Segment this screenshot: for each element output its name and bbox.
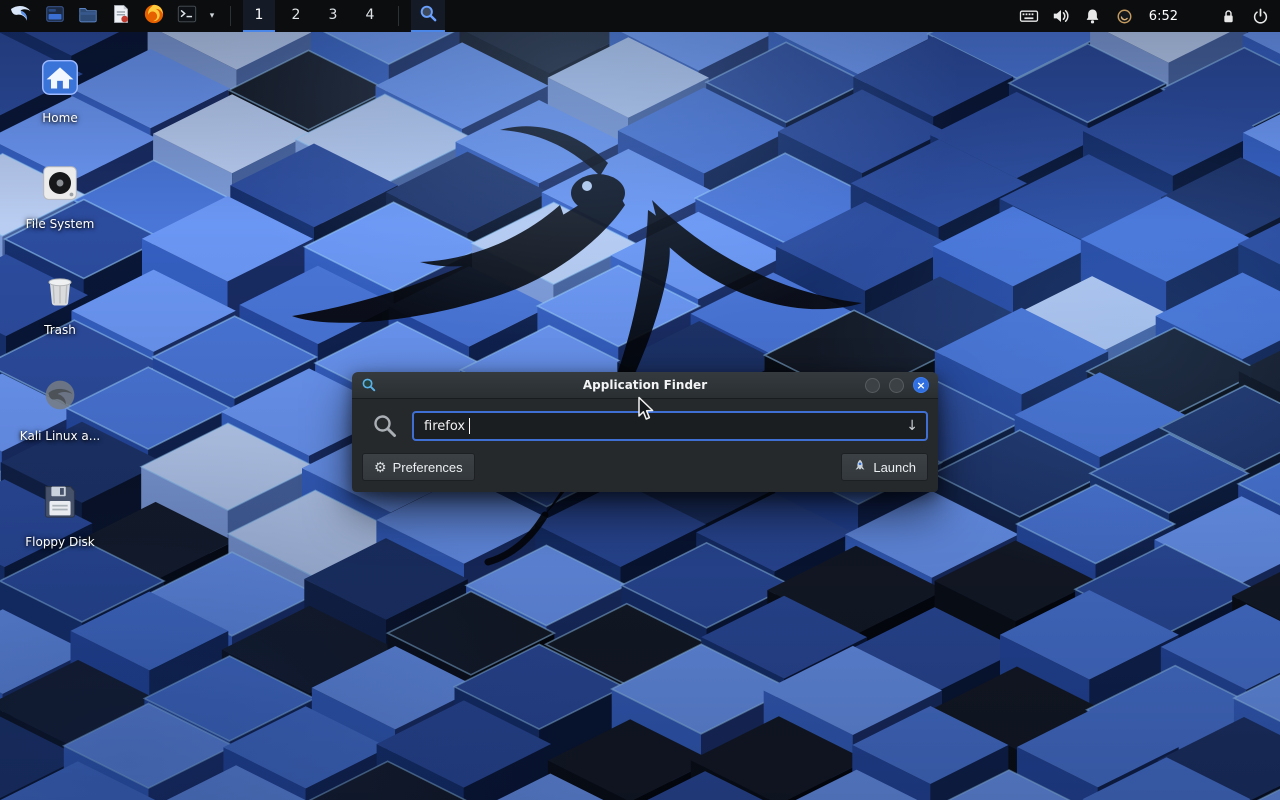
desktop-icon-column: Home File System Trash <box>12 50 108 580</box>
launcher-folder[interactable] <box>74 0 102 32</box>
desktop-icon-home[interactable]: Home <box>12 50 108 156</box>
launch-button[interactable]: Launch <box>841 453 928 481</box>
workspace-button-1[interactable]: 1 <box>243 0 275 32</box>
keyboard-tray-icon[interactable] <box>1017 0 1041 32</box>
workspace-button-4[interactable]: 4 <box>354 0 386 32</box>
search-magnifier-icon <box>372 413 398 439</box>
text-caret <box>469 418 470 434</box>
gear-icon: ⚙ <box>374 460 387 474</box>
close-button[interactable]: × <box>913 377 929 393</box>
titlebar[interactable]: Application Finder × <box>352 372 938 399</box>
launcher-file-manager[interactable] <box>41 0 69 32</box>
desktop-icon-trash[interactable]: Trash <box>12 262 108 368</box>
panel-separator <box>398 6 399 26</box>
search-input-value: firefox <box>424 419 465 434</box>
power-logout-icon[interactable] <box>1248 0 1272 32</box>
volume-tray-icon[interactable] <box>1049 0 1073 32</box>
desktop-icon-label: Home <box>42 112 77 126</box>
launcher-terminal[interactable] <box>173 0 201 32</box>
kali-menu-button[interactable] <box>6 0 36 32</box>
application-finder-window: Application Finder × firefox ↓ ⚙ <box>352 372 938 492</box>
notifications-bell-tray-icon[interactable] <box>1081 0 1105 32</box>
search-row: firefox ↓ <box>362 411 928 441</box>
titlebar-buttons: × <box>865 377 929 393</box>
file-manager-icon <box>44 3 66 29</box>
desktop-icon-label: Kali Linux a... <box>20 430 100 444</box>
folder-icon <box>77 3 99 29</box>
home-icon <box>37 54 83 104</box>
launch-rocket-icon <box>853 459 867 476</box>
panel-tray-group: 6:52 <box>1017 0 1274 32</box>
status-tray-icon[interactable] <box>1113 0 1137 32</box>
floppy-disk-icon <box>37 478 83 528</box>
preferences-button-label: Preferences <box>393 460 463 475</box>
firefox-icon <box>143 3 165 29</box>
workspace-button-3[interactable]: 3 <box>317 0 349 32</box>
search-input[interactable]: firefox ↓ <box>412 411 928 441</box>
desktop-icon-file-system[interactable]: File System <box>12 156 108 262</box>
minimize-button[interactable] <box>865 378 880 393</box>
terminal-icon <box>176 3 198 29</box>
window-title: Application Finder <box>352 378 938 392</box>
desktop-icon-label: Trash <box>44 324 76 338</box>
taskbar-application-finder-button[interactable] <box>411 0 445 32</box>
lock-screen-icon[interactable] <box>1216 0 1240 32</box>
finder-body: firefox ↓ ⚙ Preferences Laun <box>352 399 938 492</box>
desktop-icon-label: Floppy Disk <box>25 536 95 550</box>
dropdown-arrow-icon[interactable]: ↓ <box>906 419 918 433</box>
top-panel: ▾ 1 2 3 4 <box>0 0 1280 32</box>
terminal-dropdown-chevron-icon[interactable]: ▾ <box>206 11 218 21</box>
kali-logo-icon <box>9 2 33 30</box>
panel-left-group: ▾ 1 2 3 4 <box>6 0 445 32</box>
trash-icon <box>37 266 83 316</box>
launcher-text-editor[interactable] <box>107 0 135 32</box>
button-row: ⚙ Preferences Launch <box>362 453 928 481</box>
application-finder-window-icon <box>361 377 378 394</box>
panel-clock[interactable]: 6:52 <box>1145 9 1186 24</box>
workspace-button-2[interactable]: 2 <box>280 0 312 32</box>
drive-icon <box>37 160 83 210</box>
desktop-icon-floppy-disk[interactable]: Floppy Disk <box>12 474 108 580</box>
kali-docs-icon <box>37 372 83 422</box>
desktop-icon-label: File System <box>26 218 95 232</box>
maximize-button[interactable] <box>889 378 904 393</box>
launch-button-label: Launch <box>873 460 916 475</box>
panel-separator <box>230 6 231 26</box>
launcher-firefox[interactable] <box>140 0 168 32</box>
text-editor-icon <box>110 3 132 29</box>
preferences-button[interactable]: ⚙ Preferences <box>362 453 475 481</box>
desktop-icon-kali-docs[interactable]: Kali Linux a... <box>12 368 108 474</box>
magnifier-icon <box>419 4 438 27</box>
